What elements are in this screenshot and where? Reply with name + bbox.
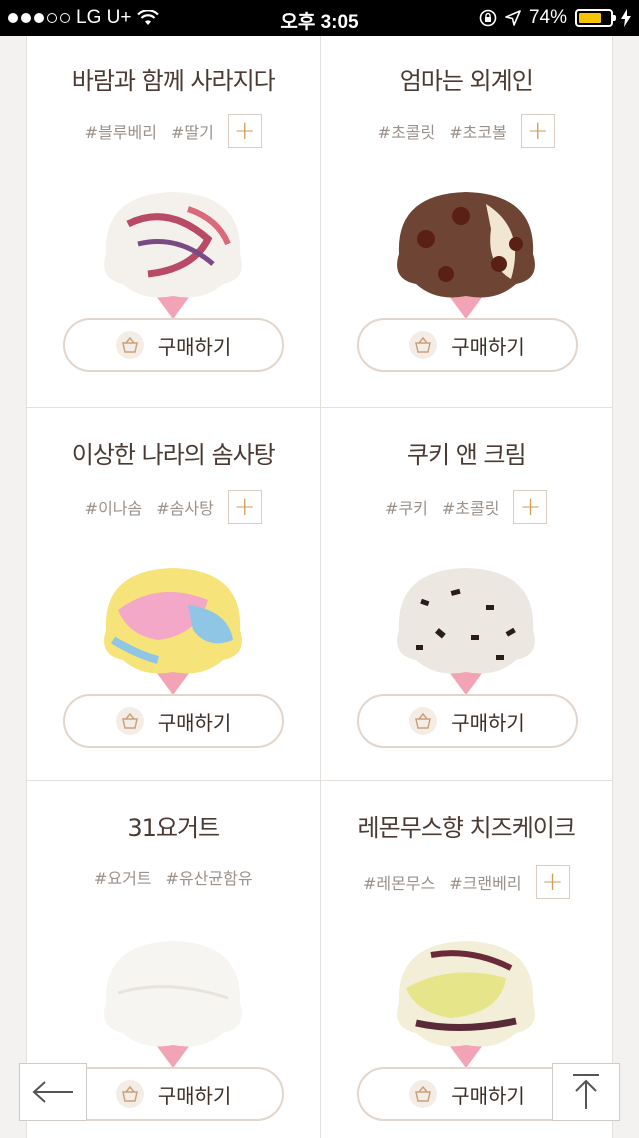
tag[interactable]: #초콜릿 [378,119,436,143]
buy-label: 구매하기 [157,334,232,359]
tag[interactable]: #블루베리 [85,119,157,143]
more-tags-button[interactable]: + [227,490,262,524]
back-arrow-icon [32,1081,73,1103]
buy-label: 구매하기 [451,1083,525,1108]
buy-button[interactable]: 구매하기 [63,318,284,372]
more-tags-button[interactable]: + [535,865,570,899]
product-name: 엄마는 외계인 [399,67,534,95]
buy-button[interactable]: 구매하기 [356,694,578,748]
product-card[interactable]: 이상한 나라의 솜사탕 #이나솜 #솜사탕 + 구매하기 [27,408,320,780]
product-tags: #블루베리 #딸기 + [27,114,320,148]
battery-icon [575,9,616,27]
tag[interactable]: #쿠키 [385,495,428,519]
buy-button[interactable]: 구매하기 [63,1067,284,1121]
buy-label: 구매하기 [157,710,232,735]
product-list: 바람과 함께 사라지다 #블루베리 #딸기 + 구매하기 엄마는 외계인 #초콜… [0,36,639,1138]
tag[interactable]: #요거트 [94,865,152,889]
tag[interactable]: #이나솜 [85,495,143,519]
status-right: 74% [479,7,631,29]
buy-label: 구매하기 [451,710,525,735]
product-name: 레몬무스향 치즈케이크 [357,814,576,842]
product-name: 31요거트 [127,814,220,842]
ice-cream-image [104,192,243,319]
buy-button[interactable]: 구매하기 [63,694,284,748]
product-tags: #쿠키 #초콜릿 + [321,490,613,524]
scroll-top-button[interactable] [552,1063,620,1121]
ice-cream-image [104,568,243,695]
buy-label: 구매하기 [157,1083,232,1108]
more-tags-button[interactable]: + [513,490,548,524]
tag[interactable]: #레몬무스 [363,870,435,894]
more-tags-button[interactable]: + [520,114,555,148]
tag[interactable]: #딸기 [171,119,214,143]
tag[interactable]: #유산균함유 [166,865,253,889]
ice-cream-image [397,192,536,319]
rotation-lock-icon [479,9,497,27]
product-name: 쿠키 앤 크림 [406,441,527,469]
ice-cream-image [397,568,536,695]
basket-icon [115,1080,144,1108]
buy-button[interactable]: 구매하기 [356,1067,578,1121]
location-icon [505,10,521,26]
basket-icon [115,707,144,735]
product-card[interactable]: 엄마는 외계인 #초콜릿 #초코볼 + 구매하기 [319,36,613,407]
battery-percent: 74% [528,7,567,28]
tag[interactable]: #솜사탕 [156,495,214,519]
basket-icon [409,707,438,735]
product-card[interactable]: 쿠키 앤 크림 #쿠키 #초콜릿 + 구매하기 [319,408,613,780]
status-bar: LG U+ 오후 3:05 74% [0,0,639,36]
tag[interactable]: #초코볼 [449,119,507,143]
basket-icon [409,1080,438,1108]
product-tags: #요거트 #유산균함유 [27,865,320,889]
buy-button[interactable]: 구매하기 [356,318,578,372]
product-card[interactable]: 바람과 함께 사라지다 #블루베리 #딸기 + 구매하기 [27,36,320,407]
product-tags: #초콜릿 #초코볼 + [321,114,613,148]
product-name: 이상한 나라의 솜사탕 [71,441,276,469]
back-button[interactable] [19,1063,87,1121]
product-grid: 바람과 함께 사라지다 #블루베리 #딸기 + 구매하기 엄마는 외계인 #초콜… [26,36,613,1138]
ice-cream-image [397,941,536,1068]
ice-cream-image [104,941,243,1068]
buy-label: 구매하기 [451,334,525,359]
scroll-top-icon [573,1074,599,1109]
charging-icon [621,9,631,27]
more-tags-button[interactable]: + [227,114,262,148]
product-name: 바람과 함께 사라지다 [71,67,276,95]
tag[interactable]: #초콜릿 [442,495,500,519]
product-tags: #이나솜 #솜사탕 + [27,490,320,524]
basket-icon [115,331,144,359]
basket-icon [409,331,438,359]
tag[interactable]: #크랜베리 [449,870,521,894]
product-tags: #레몬무스 #크랜베리 + [321,865,613,899]
